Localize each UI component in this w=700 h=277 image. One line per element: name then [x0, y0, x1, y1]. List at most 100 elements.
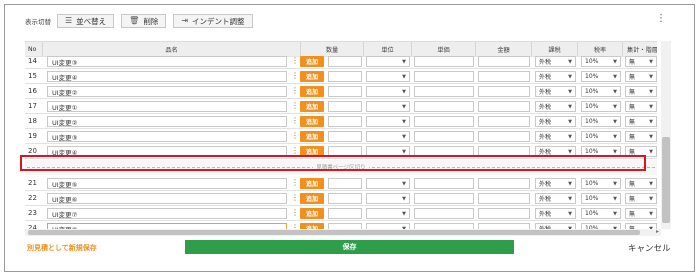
tax-type-select[interactable]: 外税 ▼ [535, 116, 576, 127]
add-row-button[interactable]: 追加 [300, 101, 324, 112]
unit-select[interactable]: ▼ [366, 56, 410, 67]
item-name-input[interactable]: UI変更③ [47, 131, 287, 142]
unit-price-input[interactable] [414, 131, 474, 142]
item-name-input[interactable]: UI変更③ [47, 56, 287, 67]
unit-price-input[interactable] [414, 178, 474, 189]
item-name-input[interactable]: UI変更⑦ [47, 208, 287, 219]
subtotal-select[interactable]: 無 ▼ [625, 86, 657, 97]
subtotal-select[interactable]: 無 ▼ [625, 56, 657, 67]
horizontal-scrollbar[interactable]: ▸ [25, 228, 661, 236]
tax-type-select[interactable]: 外税 ▼ [535, 56, 576, 67]
quantity-input[interactable] [328, 178, 362, 189]
tax-type-select[interactable]: 外税 ▼ [535, 208, 576, 219]
row-menu-icon[interactable]: ⋮ [291, 117, 299, 125]
unit-price-input[interactable] [414, 56, 474, 67]
unit-select[interactable]: ▼ [366, 101, 410, 112]
item-name-input[interactable]: UI変更② [47, 86, 287, 97]
tax-rate-select[interactable]: 10% ▼ [581, 208, 621, 219]
row-menu-icon[interactable]: ⋮ [291, 72, 299, 80]
add-row-button[interactable]: 追加 [300, 86, 324, 97]
tax-type-select[interactable]: 外税 ▼ [535, 193, 576, 204]
row-menu-icon[interactable]: ⋮ [291, 87, 299, 95]
add-row-button[interactable]: 追加 [300, 131, 324, 142]
unit-price-input[interactable] [414, 101, 474, 112]
unit-price-input[interactable] [414, 208, 474, 219]
more-options-icon[interactable]: ⋮ [656, 14, 666, 24]
unit-price-input[interactable] [414, 193, 474, 204]
scroll-right-icon[interactable]: ▸ [656, 228, 659, 235]
add-row-button[interactable]: 追加 [300, 56, 324, 67]
subtotal-select[interactable]: 無 ▼ [625, 131, 657, 142]
subtotal-select[interactable]: 無 ▼ [625, 101, 657, 112]
tax-rate-select[interactable]: 10% ▼ [581, 193, 621, 204]
subtotal-select[interactable]: 無 ▼ [625, 178, 657, 189]
tax-rate-select[interactable]: 10% ▼ [581, 71, 621, 82]
item-name-input[interactable]: UI変更② [47, 116, 287, 127]
delete-button[interactable]: 🗑 削除 [121, 14, 167, 28]
save-as-new-estimate-link[interactable]: 別見積として新規保存 [27, 243, 97, 253]
subtotal-select[interactable]: 無 ▼ [625, 71, 657, 82]
subtotal-select[interactable]: 無 ▼ [625, 193, 657, 204]
unit-price-input[interactable] [414, 71, 474, 82]
unit-select[interactable]: ▼ [366, 71, 410, 82]
save-button[interactable]: 保存 [185, 240, 514, 254]
tax-type-select[interactable]: 外税 ▼ [535, 71, 576, 82]
unit-select[interactable]: ▼ [366, 86, 410, 97]
subtotal-select[interactable]: 無 ▼ [625, 208, 657, 219]
quantity-input[interactable] [328, 116, 362, 127]
unit-select[interactable]: ▼ [366, 193, 410, 204]
tax-type-select[interactable]: 外税 ▼ [535, 131, 576, 142]
unit-select[interactable]: ▼ [366, 178, 410, 189]
amount-input[interactable] [478, 193, 530, 204]
add-row-button[interactable]: 追加 [300, 193, 324, 204]
add-row-button[interactable]: 追加 [300, 116, 324, 127]
amount-input[interactable] [478, 56, 530, 67]
quantity-input[interactable] [328, 86, 362, 97]
amount-input[interactable] [478, 178, 530, 189]
tax-type-select[interactable]: 外税 ▼ [535, 86, 576, 97]
item-name-input[interactable]: UI変更① [47, 101, 287, 112]
row-menu-icon[interactable]: ⋮ [291, 209, 299, 217]
quantity-input[interactable] [328, 193, 362, 204]
unit-price-input[interactable] [414, 86, 474, 97]
row-menu-icon[interactable]: ⋮ [291, 132, 299, 140]
unit-select[interactable]: ▼ [366, 131, 410, 142]
quantity-input[interactable] [328, 56, 362, 67]
item-name-input[interactable]: UI変更⑥ [47, 193, 287, 204]
tax-rate-select[interactable]: 10% ▼ [581, 178, 621, 189]
view-toggle-label[interactable]: 表示切替 [25, 16, 51, 26]
tax-rate-select[interactable]: 10% ▼ [581, 86, 621, 97]
sort-button[interactable]: ☰ 並べ替え [57, 14, 115, 28]
tax-rate-select[interactable]: 10% ▼ [581, 116, 621, 127]
item-name-input[interactable]: UI変更⑤ [47, 178, 287, 189]
item-name-input[interactable]: UI変更④ [47, 71, 287, 82]
quantity-input[interactable] [328, 101, 362, 112]
unit-price-input[interactable] [414, 116, 474, 127]
amount-input[interactable] [478, 116, 530, 127]
row-menu-icon[interactable]: ⋮ [291, 57, 299, 65]
tax-type-select[interactable]: 外税 ▼ [535, 101, 576, 112]
unit-select[interactable]: ▼ [366, 208, 410, 219]
tax-rate-select[interactable]: 10% ▼ [581, 101, 621, 112]
amount-input[interactable] [478, 101, 530, 112]
amount-input[interactable] [478, 71, 530, 82]
amount-input[interactable] [478, 208, 530, 219]
indent-button[interactable]: ⇥ インデント調整 [173, 14, 253, 28]
tax-type-select[interactable]: 外税 ▼ [535, 178, 576, 189]
subtotal-select[interactable]: 無 ▼ [625, 116, 657, 127]
row-menu-icon[interactable]: ⋮ [291, 179, 299, 187]
quantity-input[interactable] [328, 71, 362, 82]
quantity-input[interactable] [328, 208, 362, 219]
cancel-button[interactable]: キャンセル [628, 242, 671, 254]
quantity-input[interactable] [328, 131, 362, 142]
add-row-button[interactable]: 追加 [300, 178, 324, 189]
row-menu-icon[interactable]: ⋮ [291, 102, 299, 110]
add-row-button[interactable]: 追加 [300, 71, 324, 82]
unit-select[interactable]: ▼ [366, 116, 410, 127]
amount-input[interactable] [478, 131, 530, 142]
tax-rate-select[interactable]: 10% ▼ [581, 131, 621, 142]
add-row-button[interactable]: 追加 [300, 208, 324, 219]
row-menu-icon[interactable]: ⋮ [291, 194, 299, 202]
row-menu-icon[interactable]: ⋮ [291, 147, 299, 155]
vertical-scrollbar[interactable] [661, 41, 671, 229]
